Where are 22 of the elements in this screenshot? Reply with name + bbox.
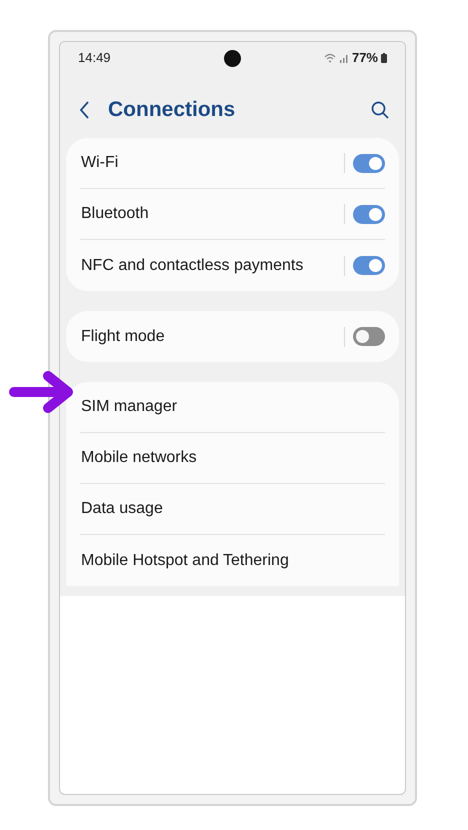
settings-row[interactable]: Bluetooth (80, 189, 385, 240)
settings-row[interactable]: Data usage (80, 484, 385, 535)
settings-row[interactable]: Mobile Hotspot and Tethering (80, 535, 385, 586)
toggle-switch[interactable] (353, 327, 385, 346)
back-icon[interactable] (80, 101, 90, 119)
camera-icon (224, 50, 241, 67)
page-title: Connections (108, 97, 236, 124)
toggle-switch[interactable] (353, 154, 385, 172)
settings-row[interactable]: SIM manager (80, 382, 385, 433)
battery-icon (381, 53, 387, 63)
signal-icon (338, 53, 349, 63)
search-icon[interactable] (371, 101, 389, 119)
settings-row[interactable]: Wi-Fi (80, 138, 385, 189)
settings-row[interactable]: Flight mode (80, 311, 385, 362)
toggle-switch[interactable] (353, 204, 385, 224)
wifi-icon (324, 53, 336, 63)
settings-row[interactable]: Mobile networks (80, 433, 385, 484)
status-time: 14:49 (78, 49, 111, 68)
settings-row[interactable]: NFC and contactless payments (80, 240, 385, 291)
battery-percent: 77% (352, 49, 378, 68)
pointer-arrow-icon (8, 370, 74, 416)
toggle-switch[interactable] (353, 256, 385, 275)
